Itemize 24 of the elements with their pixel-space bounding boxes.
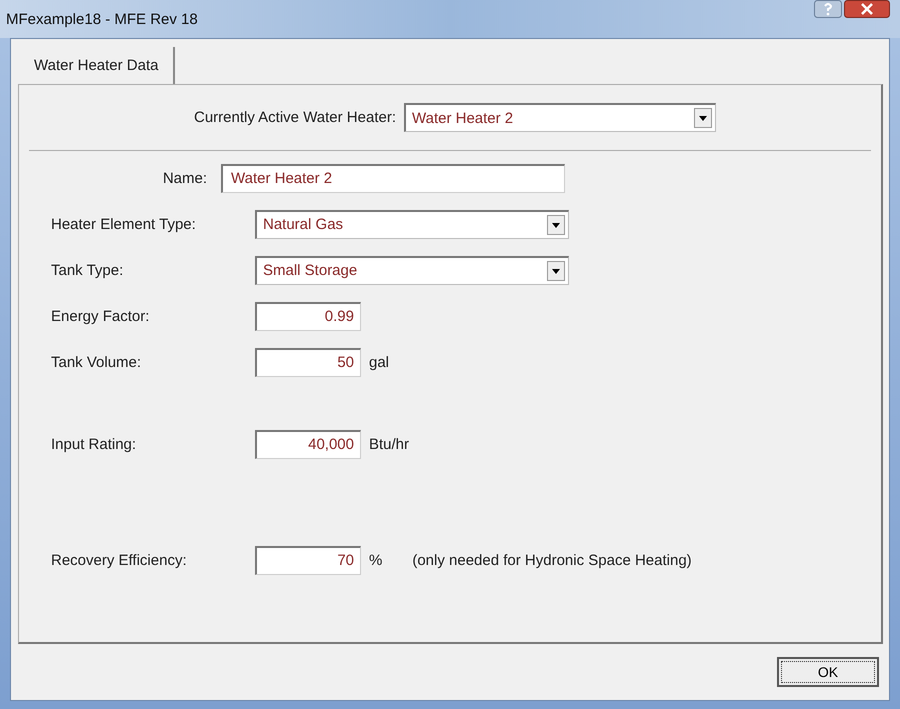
number-field[interactable]: 40,000 xyxy=(255,430,361,458)
heater-dropdown[interactable]: Water Heater 2 xyxy=(404,103,716,132)
number-field[interactable]: 70 xyxy=(255,546,361,574)
window-title: MFexample18 - MFE Rev 18 xyxy=(6,10,198,28)
close-icon[interactable] xyxy=(844,0,890,18)
name-field[interactable]: Water Heater 2 xyxy=(221,164,565,192)
field-label: Currently Active Water Heater: xyxy=(194,109,396,126)
field-label: Heater Element Type: xyxy=(51,216,197,232)
field-label: Tank Volume: xyxy=(51,354,142,370)
field-label: Recovery Efficiency: xyxy=(51,552,188,568)
number-field[interactable]: 50 xyxy=(255,348,361,376)
field-label: Energy Factor: xyxy=(51,308,150,324)
help-icon[interactable] xyxy=(814,0,842,18)
field-label: Name: xyxy=(162,170,208,186)
unit-label: Btu/hr xyxy=(369,436,410,452)
note-text: (only needed for Hydronic Space Heating) xyxy=(412,552,692,568)
field-label: Input Rating: xyxy=(51,436,138,452)
dropdown-field[interactable]: Small Storage xyxy=(255,256,569,284)
field-label: Tank Type: xyxy=(51,262,124,278)
unit-label: gal xyxy=(369,354,390,370)
ok-button[interactable]: OK xyxy=(777,657,879,687)
number-field[interactable]: 0.99 xyxy=(255,302,361,330)
unit-label: % xyxy=(369,552,382,568)
dropdown-field[interactable]: Natural Gas xyxy=(255,210,569,238)
